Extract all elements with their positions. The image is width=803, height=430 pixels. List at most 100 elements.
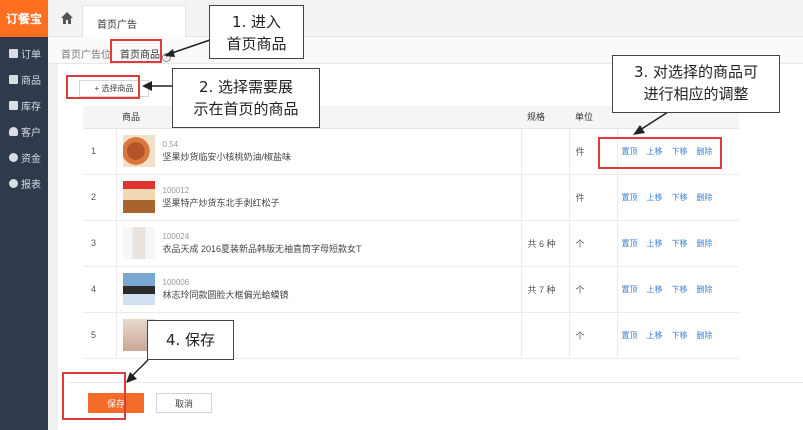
goods-thumbnail xyxy=(122,135,155,167)
sidebar-item-label: 客户 xyxy=(21,127,41,139)
pin-top-link[interactable]: 置顶 xyxy=(622,193,638,202)
callout-text: 2. 选择需要展 xyxy=(198,78,294,96)
move-down-link[interactable]: 下移 xyxy=(672,285,688,294)
warehouse-icon xyxy=(9,100,18,110)
home-icon[interactable] xyxy=(60,11,74,25)
column-header-index xyxy=(83,106,116,129)
goods-thumbnail xyxy=(122,181,155,213)
goods-spec xyxy=(521,174,570,221)
content-panel: + 选择商品 商品 规格 单位 1 0.54 坚果炒货临安小核桃奶油/椒盐味件置顶上… xyxy=(58,64,803,430)
goods-spec xyxy=(521,312,570,359)
callout-text: 首页商品 xyxy=(226,35,287,53)
goods-code: 100012 xyxy=(162,185,190,195)
top-bar: 首页广告 xyxy=(48,0,803,37)
money-icon xyxy=(9,152,18,162)
row-actions: 置顶 上移 下移 删除 xyxy=(617,174,739,221)
sidebar-item-label: 商品 xyxy=(21,75,41,87)
goods-name: 衣品天成 2016夏装新品韩版无袖直筒字母短款女T xyxy=(162,243,362,254)
sidebar-item-funds[interactable]: 资金 xyxy=(0,144,48,170)
move-down-link[interactable]: 下移 xyxy=(672,331,688,340)
goods-spec: 共 6 种 xyxy=(521,220,570,267)
sidebar-item-customers[interactable]: 客户 xyxy=(0,118,48,144)
document-icon xyxy=(9,48,18,58)
pin-top-link[interactable]: 置顶 xyxy=(622,285,638,294)
row-index: 3 xyxy=(83,220,117,267)
sidebar-item-label: 报表 xyxy=(21,179,41,191)
goods-cell: 0.54 坚果炒货临安小核桃奶油/椒盐味 xyxy=(116,128,522,175)
goods-code: 100006 xyxy=(162,277,190,287)
goods-spec: 共 7 种 xyxy=(521,266,570,313)
main-area: + 选择商品 商品 规格 单位 1 0.54 坚果炒货临安小核桃奶油/椒盐味件置顶上… xyxy=(48,64,803,430)
row-actions: 置顶 上移 下移 删除 xyxy=(617,220,739,267)
highlight-home-goods-tab xyxy=(110,39,162,63)
goods-unit: 个 xyxy=(569,312,618,359)
table-row: 4 100006 林志玲同款圆脸大框偏光蛤蟆镜 共 7 种个置顶 上移 下移 删除 xyxy=(83,266,739,313)
delete-link[interactable]: 删除 xyxy=(697,285,713,294)
goods-thumbnail xyxy=(122,273,155,305)
pin-top-link[interactable]: 置顶 xyxy=(622,331,638,340)
app-logo[interactable]: 订餐宝 xyxy=(0,0,48,37)
sidebar-item-stock[interactable]: 库存 xyxy=(0,92,48,118)
person-icon xyxy=(9,126,18,136)
column-header-unit: 单位 xyxy=(569,106,617,129)
goods-cell: 100024 衣品天成 2016夏装新品韩版无袖直筒字母短款女T xyxy=(116,220,522,267)
box-icon xyxy=(9,74,18,84)
highlight-save xyxy=(62,372,126,420)
move-up-link[interactable]: 上移 xyxy=(647,285,663,294)
callout-text: 3. 对选择的商品可 xyxy=(633,63,759,81)
callout-text: 示在首页的商品 xyxy=(193,100,299,118)
action-bar: 保存 取消 xyxy=(68,382,803,430)
delete-link[interactable]: 删除 xyxy=(697,331,713,340)
callout-step-2: 2. 选择需要展 示在首页的商品 xyxy=(172,68,320,128)
cancel-button[interactable]: 取消 xyxy=(156,393,212,413)
callout-step-4: 4. 保存 xyxy=(147,320,234,360)
move-down-link[interactable]: 下移 xyxy=(672,193,688,202)
pin-top-link[interactable]: 置顶 xyxy=(622,239,638,248)
column-header-spec: 规格 xyxy=(521,106,569,129)
callout-text: 4. 保存 xyxy=(165,331,216,349)
tab-ad-slots[interactable]: 首页广告位 xyxy=(61,46,111,61)
callout-text: 1. 进入 xyxy=(231,13,282,31)
goods-code: 0.54 xyxy=(162,139,179,149)
sidebar-item-label: 库存 xyxy=(21,101,41,113)
move-up-link[interactable]: 上移 xyxy=(647,239,663,248)
row-index: 4 xyxy=(83,266,117,313)
goods-cell: 100012 坚果特产炒货东北手剥红松子 xyxy=(116,174,522,221)
goods-cell: 100006 林志玲同款圆脸大框偏光蛤蟆镜 xyxy=(116,266,522,313)
move-up-link[interactable]: 上移 xyxy=(647,331,663,340)
sidebar-item-orders[interactable]: 订单 xyxy=(0,40,48,66)
row-index: 1 xyxy=(83,128,117,175)
sidebar: 订餐宝 订单 商品 库存 客户 资金 报表 xyxy=(0,0,48,430)
callout-step-1: 1. 进入 首页商品 xyxy=(209,5,304,59)
goods-unit: 个 xyxy=(569,220,618,267)
sidebar-item-label: 资金 xyxy=(21,153,41,165)
table-row: 2 100012 坚果特产炒货东北手剥红松子 件置顶 上移 下移 删除 xyxy=(83,174,739,221)
table-row: 3 100024 衣品天成 2016夏装新品韩版无袖直筒字母短款女T 共 6 种个置顶… xyxy=(83,220,739,267)
help-icon[interactable]: ? xyxy=(162,53,171,62)
goods-name: 坚果炒货临安小核桃奶油/椒盐味 xyxy=(162,151,292,162)
goods-thumbnail xyxy=(122,227,155,259)
goods-name: 坚果特产炒货东北手剥红松子 xyxy=(162,197,280,208)
callout-step-3: 3. 对选择的商品可 进行相应的调整 xyxy=(612,55,780,113)
row-actions: 置顶 上移 下移 删除 xyxy=(617,312,739,359)
goods-name: 林志玲同款圆脸大框偏光蛤蟆镜 xyxy=(162,289,289,300)
sidebar-item-label: 订单 xyxy=(21,49,41,61)
row-index: 5 xyxy=(83,312,117,359)
row-index: 2 xyxy=(83,174,117,221)
tab-homepage-ads[interactable]: 首页广告 xyxy=(82,5,186,37)
goods-code: 100024 xyxy=(162,231,190,241)
sidebar-item-reports[interactable]: 报表 xyxy=(0,170,48,196)
pie-chart-icon xyxy=(9,178,18,188)
highlight-row-ops xyxy=(598,137,722,169)
sidebar-item-goods[interactable]: 商品 xyxy=(0,66,48,92)
goods-unit: 件 xyxy=(569,174,618,221)
delete-link[interactable]: 删除 xyxy=(697,239,713,248)
highlight-select-goods xyxy=(66,75,140,99)
move-up-link[interactable]: 上移 xyxy=(647,193,663,202)
move-down-link[interactable]: 下移 xyxy=(672,239,688,248)
goods-spec xyxy=(521,128,570,175)
delete-link[interactable]: 删除 xyxy=(697,193,713,202)
goods-unit: 个 xyxy=(569,266,618,313)
row-actions: 置顶 上移 下移 删除 xyxy=(617,266,739,313)
callout-text: 进行相应的调整 xyxy=(643,85,749,103)
